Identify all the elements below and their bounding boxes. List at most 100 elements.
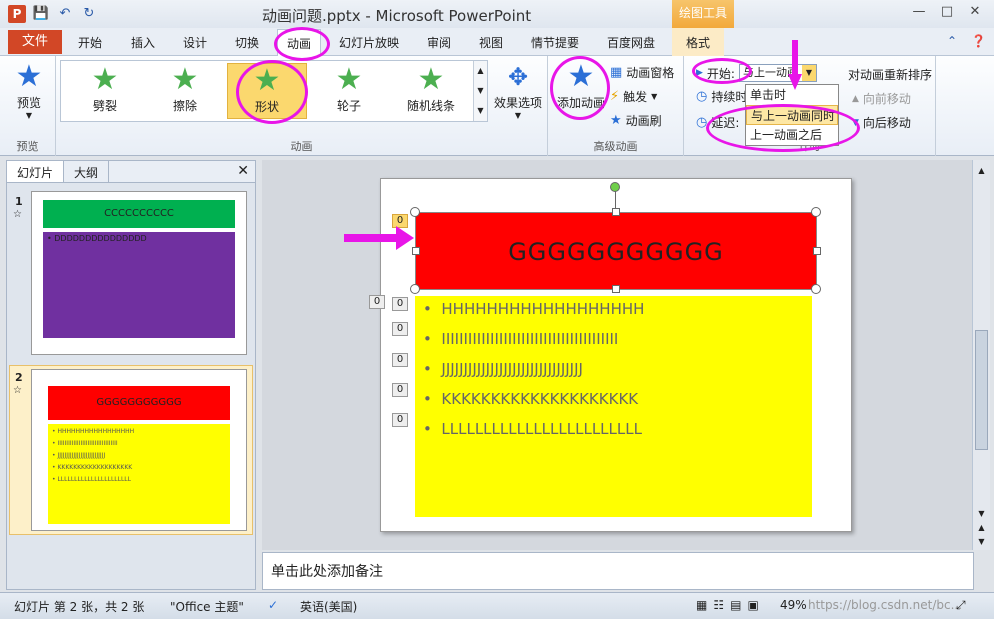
language[interactable]: 英语(美国) — [300, 598, 357, 615]
anim-wipe-button[interactable]: ★ 擦除 — [145, 63, 225, 119]
annotation-arrow-down-icon — [788, 40, 802, 90]
animation-group-label: 动画 — [290, 140, 313, 153]
move-earlier-button[interactable]: ▲ 向前移动 — [852, 90, 911, 107]
tab-view[interactable]: 视图 — [479, 34, 503, 51]
animation-tag[interactable]: 0 — [392, 297, 408, 311]
previous-slide-icon[interactable]: ▲ — [973, 523, 990, 532]
preview-group: ★ 预览 ▼ 预览 — [0, 56, 56, 156]
preview-group-label: 预览 — [16, 140, 39, 153]
animation-tag[interactable]: 0 — [392, 383, 408, 397]
tab-design[interactable]: 设计 — [183, 34, 207, 51]
bullet-item: • KKKKKKKKKKKKKKKKKKKK — [423, 390, 639, 408]
tab-slideshow[interactable]: 幻灯片放映 — [339, 34, 399, 51]
normal-view-icon[interactable]: ▦ — [696, 598, 707, 612]
tab-file[interactable]: 文件 — [8, 30, 62, 54]
tab-review[interactable]: 审阅 — [427, 34, 451, 51]
scrollbar-thumb[interactable] — [975, 330, 988, 450]
star-icon: ★ — [417, 62, 445, 97]
resize-handle[interactable] — [813, 247, 821, 255]
collapse-ribbon-icon[interactable]: ⌃ — [947, 34, 957, 48]
chevron-down-icon: ▼ — [651, 92, 658, 101]
tab-format[interactable]: 格式 — [672, 28, 725, 56]
theme-name: "Office 主题" — [170, 600, 244, 614]
thumb1-body: • DDDDDDDDDDDDDDD — [43, 232, 235, 338]
clock-icon: ◷ — [696, 89, 708, 104]
title-bar: P 💾 ↶ ↻ 动画问题.pptx - Microsoft PowerPoint… — [0, 0, 994, 28]
resize-handle[interactable] — [410, 207, 420, 217]
slide-sorter-icon[interactable]: ☷ — [713, 598, 724, 612]
quick-access-toolbar: 💾 ↶ ↻ — [32, 5, 98, 23]
tab-storyboard[interactable]: 情节提要 — [531, 34, 579, 51]
slideshow-icon[interactable]: ▣ — [747, 598, 758, 612]
anim-split-button[interactable]: ★ 劈裂 — [65, 63, 145, 119]
maximize-icon[interactable]: □ — [934, 2, 960, 22]
animation-tag[interactable]: 0 — [369, 295, 385, 309]
drawing-tools-label: 绘图工具 — [672, 0, 734, 28]
annotation-arrow-right-icon — [344, 226, 414, 250]
animation-painter-label: 动画刷 — [625, 114, 662, 128]
thumb2-title: GGGGGGGGGGG — [48, 386, 230, 420]
thumb1-title: CCCCCCCCCC — [43, 200, 235, 228]
scroll-down-icon[interactable]: ▼ — [973, 509, 990, 518]
vertical-scrollbar[interactable]: ▲ ▼ ▲ ▼ — [972, 160, 990, 550]
powerpoint-icon[interactable]: P — [8, 5, 26, 23]
scroll-up-icon[interactable]: ▲ — [973, 166, 990, 175]
effect-options-label: 效果选项 — [493, 96, 542, 110]
minimize-icon[interactable]: — — [906, 2, 932, 22]
star-icon: ★ — [171, 62, 199, 97]
slide-thumbnail-1[interactable]: CCCCCCCCCC • DDDDDDDDDDDDDDD — [31, 191, 247, 355]
tab-baidu[interactable]: 百度网盘 — [607, 34, 655, 51]
undo-icon[interactable]: ↶ — [56, 5, 74, 23]
animation-tag[interactable]: 0 — [392, 322, 408, 336]
resize-handle[interactable] — [410, 284, 420, 294]
close-icon[interactable]: ✕ — [237, 163, 249, 179]
animation-tag[interactable]: 0 — [392, 413, 408, 427]
scroll-down-icon[interactable]: ▼ — [474, 81, 487, 101]
effect-options-button[interactable]: ✥ 效果选项 ▼ — [492, 60, 544, 120]
thumb2-bullet: • HHHHHHHHHHHHHHHHH — [52, 428, 135, 435]
thumb2-bullet: • IIIIIIIIIIIIIIIIIIIIIIIIIIIIIIIIII — [52, 440, 118, 447]
tab-transitions[interactable]: 切换 — [235, 34, 259, 51]
zoom-level[interactable]: 49% — [780, 598, 807, 612]
resize-handle[interactable] — [612, 208, 620, 216]
help-icon[interactable]: ❓ — [971, 34, 986, 48]
slide-thumbnail-2[interactable]: GGGGGGGGGGG • HHHHHHHHHHHHHHHHH • IIIIII… — [31, 369, 247, 531]
reorder-label: 对动画重新排序 — [848, 68, 933, 82]
tab-insert[interactable]: 插入 — [131, 34, 155, 51]
scroll-up-icon[interactable]: ▲ — [474, 61, 487, 81]
move-later-button[interactable]: ▼ 向后移动 — [852, 114, 911, 131]
animation-painter-button[interactable]: ★ 动画刷 — [610, 112, 662, 129]
trigger-button[interactable]: ⚡ 触发 ▼ — [610, 88, 657, 105]
animation-pane-button[interactable]: ▦ 动画窗格 — [610, 64, 674, 81]
resize-handle[interactable] — [612, 285, 620, 293]
close-icon[interactable]: ✕ — [962, 2, 988, 22]
save-icon[interactable]: 💾 — [32, 5, 50, 23]
anim-random-bars-button[interactable]: ★ 随机线条 — [391, 63, 471, 119]
gallery-more-icon[interactable]: ▼ — [474, 101, 487, 121]
resize-handle[interactable] — [811, 284, 821, 294]
tab-outline[interactable]: 大纲 — [64, 161, 110, 182]
ribbon-tabs: 文件 开始 插入 设计 切换 动画 幻灯片放映 审阅 视图 情节提要 百度网盘 … — [0, 28, 994, 56]
tab-slides[interactable]: 幻灯片 — [7, 161, 65, 182]
next-slide-icon[interactable]: ▼ — [973, 537, 990, 546]
chevron-down-icon: ▼ — [25, 111, 33, 120]
chevron-down-icon: ▼ — [514, 111, 522, 120]
slide-content-shape[interactable]: • HHHHHHHHHHHHHHHHHH • IIIIIIIIIIIIIIIII… — [415, 296, 812, 517]
fit-window-icon[interactable]: ⤢ — [956, 598, 966, 613]
animation-tag[interactable]: 0 — [392, 353, 408, 367]
animation-star-icon: ☆ — [13, 385, 22, 396]
notes-pane[interactable]: 单击此处添加备注 — [262, 552, 974, 590]
chevron-down-icon[interactable]: ▼ — [801, 65, 816, 81]
preview-button[interactable]: ★ 预览 ▼ — [6, 60, 52, 121]
gallery-scrollbar[interactable]: ▲ ▼ ▼ — [473, 61, 487, 121]
spellcheck-icon[interactable]: ✓ — [268, 598, 278, 612]
anim-wheel-button[interactable]: ★ 轮子 — [309, 63, 389, 119]
rotate-handle[interactable] — [610, 182, 620, 192]
redo-icon[interactable]: ↻ — [80, 5, 98, 23]
bullet-item: • LLLLLLLLLLLLLLLLLLLLLLLL — [423, 420, 642, 438]
reading-view-icon[interactable]: ▤ — [730, 598, 741, 612]
slide-title-shape[interactable]: GGGGGGGGGGG — [415, 212, 817, 290]
tab-home[interactable]: 开始 — [78, 34, 102, 51]
thumb2-bullet: • LLLLLLLLLLLLLLLLLLLLLL — [52, 476, 131, 483]
resize-handle[interactable] — [811, 207, 821, 217]
